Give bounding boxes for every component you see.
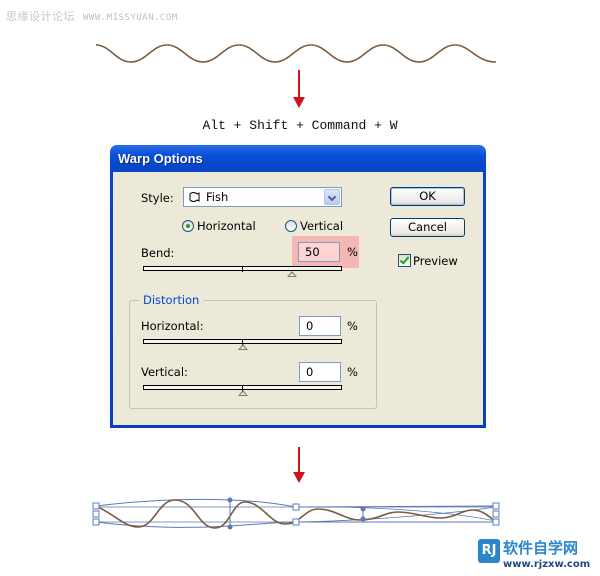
distortion-vertical-slider-thumb[interactable] [237,390,248,396]
keyboard-shortcut-caption: Alt + Shift + Command + W [202,118,398,133]
radio-vertical-label[interactable]: Vertical [300,219,343,233]
rjzxw-logo: RJ 软件自学网 www.rjzxw.com [478,537,596,573]
radio-vertical[interactable] [285,220,297,232]
distortion-legend: Distortion [139,293,204,307]
warped-result [92,497,500,530]
distortion-vertical-label: Vertical: [141,365,188,379]
preview-checkbox[interactable] [398,254,411,267]
distortion-horizontal-slider-thumb[interactable] [237,344,248,350]
distortion-vertical-input[interactable]: 0 [299,362,341,382]
preview-label[interactable]: Preview [413,254,458,268]
logo-mark: RJ [478,539,500,563]
dialog-client-area: Style: Fish Horizontal Vertical Bend: 50… [113,172,483,425]
style-value: Fish [206,190,229,204]
bend-slider-center-tick [242,266,243,272]
down-arrow-icon [293,447,305,483]
distortion-horizontal-input[interactable]: 0 [299,316,341,336]
style-dropdown[interactable]: Fish [183,187,342,207]
down-arrow-icon [293,70,305,108]
bend-input[interactable]: 50 [298,242,340,262]
bend-label: Bend: [141,246,175,260]
bend-slider-thumb[interactable] [287,271,298,277]
original-wave-path [95,44,497,63]
logo-cn-text: 软件自学网 [503,539,579,557]
radio-horizontal[interactable] [182,220,194,232]
cancel-button[interactable]: Cancel [390,218,465,237]
distortion-vertical-unit: % [347,365,358,379]
logo-url-text: www.rjzxw.com [503,559,591,570]
radio-horizontal-label[interactable]: Horizontal [197,219,256,233]
ok-button[interactable]: OK [390,187,465,206]
bend-unit: % [347,245,358,259]
distortion-horizontal-unit: % [347,319,358,333]
dialog-title: Warp Options [118,151,203,166]
chevron-down-icon[interactable] [324,189,340,205]
distortion-horizontal-label: Horizontal: [141,319,204,333]
warp-options-dialog: Warp Options Style: Fish Horizontal Vert… [110,145,486,428]
fish-icon [189,192,200,202]
style-label: Style: [141,191,174,205]
